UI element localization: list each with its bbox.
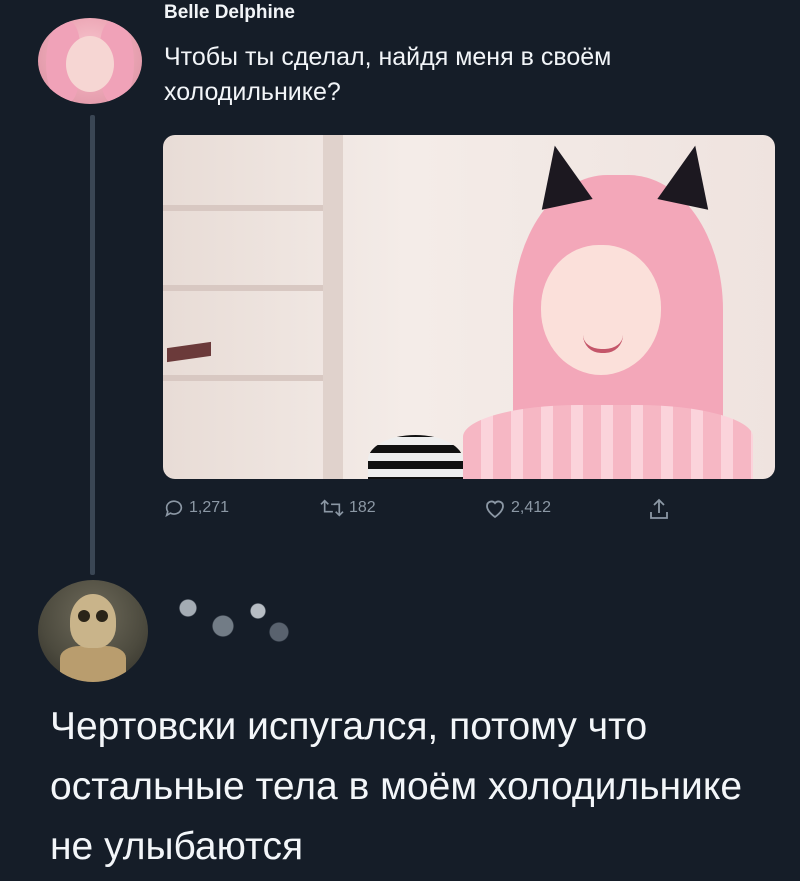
fridge-shelf: [163, 375, 323, 381]
reply-author-pixelated: [160, 590, 300, 650]
photo-stockings: [368, 435, 463, 479]
heart-icon: [483, 497, 507, 519]
avatar-eye: [96, 610, 108, 622]
author-name[interactable]: Belle Delphine: [164, 2, 295, 24]
fridge-shelf: [163, 285, 323, 291]
reply-icon: [163, 497, 185, 519]
avatar-body: [60, 646, 126, 682]
tweet-actions: 1,271 182 2,412: [163, 497, 703, 527]
fridge-wall: [323, 135, 343, 479]
cat-ear: [529, 140, 593, 210]
fridge-handle: [167, 341, 211, 363]
thread-connector-line: [90, 115, 95, 575]
author-avatar[interactable]: [38, 18, 142, 104]
like-button[interactable]: 2,412: [483, 497, 551, 519]
photo-face: [541, 245, 661, 375]
avatar-face: [66, 36, 114, 92]
retweet-icon: [319, 497, 345, 519]
retweet-count: 182: [349, 499, 376, 516]
share-button[interactable]: [648, 497, 670, 521]
cat-ear: [657, 140, 721, 210]
share-icon: [648, 497, 670, 521]
avatar-skull: [70, 594, 116, 648]
reply-text: Чертовски испугался, потому что остальны…: [50, 705, 743, 868]
photo-sweater: [463, 405, 753, 479]
tweet-media-image[interactable]: [163, 135, 775, 479]
avatar-eye: [78, 610, 90, 622]
reply-count: 1,271: [189, 499, 230, 516]
tweet-text: Чтобы ты сделал, найдя меня в своём холо…: [164, 43, 612, 106]
like-count: 2,412: [511, 499, 552, 516]
retweet-button[interactable]: 182: [319, 497, 376, 519]
reply-button[interactable]: 1,271: [163, 497, 229, 519]
fridge-shelf: [163, 205, 323, 211]
reply-avatar[interactable]: [38, 580, 148, 682]
